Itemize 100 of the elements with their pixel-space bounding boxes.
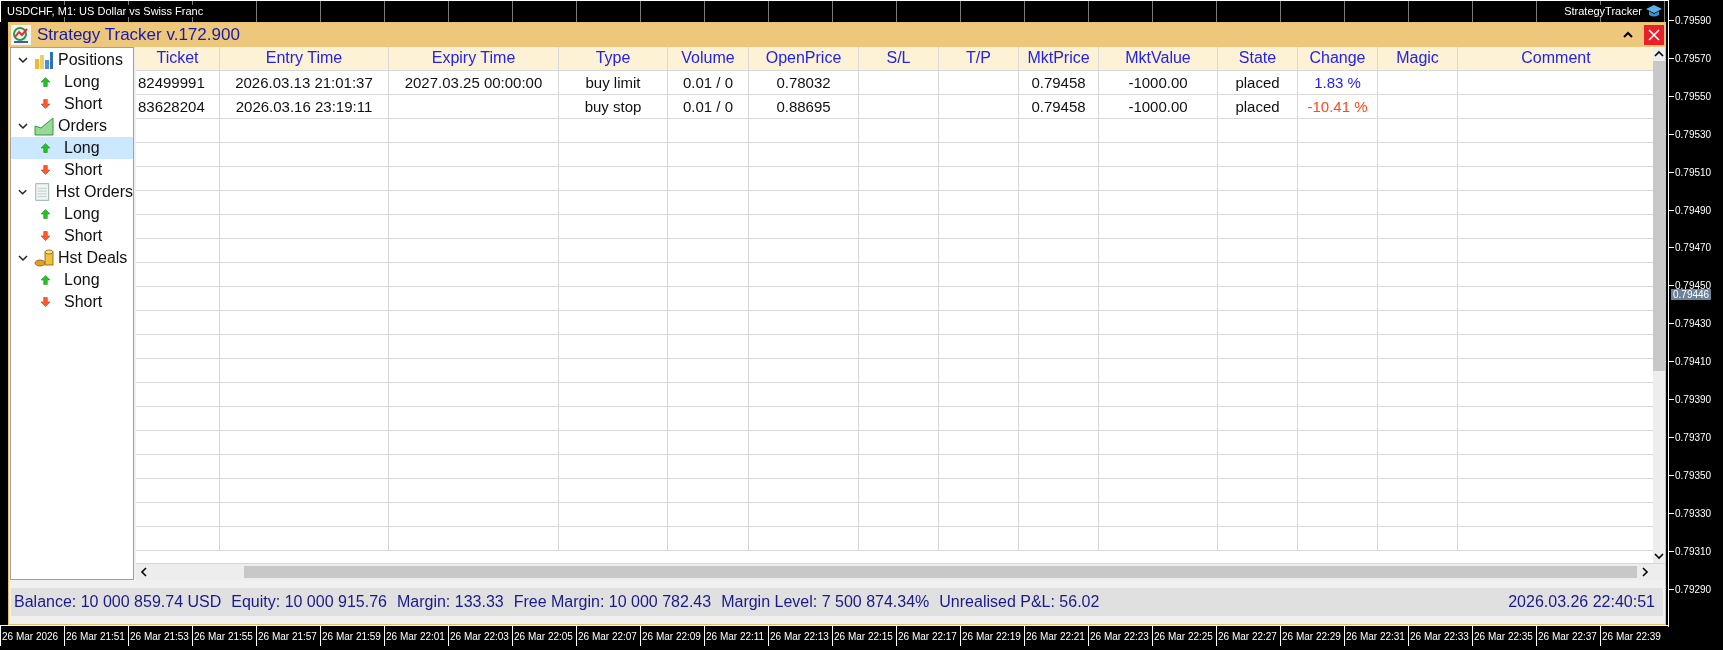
time-label: 26 Mar 22:05 [512,626,576,647]
status-text: Free Margin: 10 000 782.43 [513,593,712,612]
price-label: 0.79410 [1675,356,1712,368]
up-arrow-icon [41,274,50,285]
column-header[interactable]: S/L [859,46,939,70]
tree-item[interactable]: Hst Orders [55,182,133,201]
chevron-down-icon[interactable] [18,253,28,262]
tree-item[interactable]: Short [11,92,133,115]
price-label: 0.79450 [1675,280,1712,292]
tree-item[interactable]: Short [11,224,133,247]
close-button[interactable] [1644,24,1664,45]
document-icon [33,181,52,202]
time-label: 26 Mar 22:27 [1216,626,1280,647]
table-cell: 0.79458 [1031,97,1086,115]
time-label: 26 Mar 21:53 [128,626,192,647]
table-cell: -1000.00 [1128,97,1188,115]
coins-icon [34,247,54,268]
table-cell: buy stop [584,97,642,115]
tree-item[interactable]: Long [11,70,133,93]
column-header[interactable]: MktPrice [1019,46,1099,70]
table-cell: 2026.03.13 21:01:37 [235,73,373,91]
column-header[interactable]: T/P [939,46,1019,70]
table-cell: -10.41 % [1307,97,1368,115]
column-header[interactable]: Change [1298,46,1378,70]
table-cell: 2026.03.16 23:19:11 [235,97,373,115]
tree-item[interactable]: Long [11,202,133,225]
price-label: 0.79590 [1675,15,1712,26]
tree-item[interactable]: Short [11,290,133,313]
time-label: 26 Mar 22:29 [1280,626,1344,647]
tree-item[interactable]: Long [11,268,133,291]
time-label: 26 Mar 22:19 [960,626,1024,647]
window-title: Strategy Tracker v.172.900 [37,24,241,45]
bar-chart-icon [34,49,54,70]
chevron-right-icon [1641,567,1649,578]
price-label: 0.79490 [1675,204,1712,216]
status-text: Unrealised P&L: 56.02 [939,593,1100,612]
chevron-down-icon[interactable] [18,121,28,130]
time-label: 26 Mar 22:31 [1344,626,1408,647]
up-arrow-icon [41,142,50,153]
table-cell: 0.78032 [776,73,831,91]
time-label: 26 Mar 22:21 [1024,626,1088,647]
tree-item[interactable]: Short [11,158,133,181]
price-label: 0.79370 [1675,431,1712,443]
table-cell: buy limit [585,73,641,91]
price-label: 0.79390 [1675,394,1712,405]
table-cell: placed [1235,73,1280,91]
status-text: Margin: 133.33 [396,593,504,612]
chevron-up-icon [1654,49,1664,58]
column-header[interactable]: Magic [1378,46,1458,70]
chevron-down-icon[interactable] [18,55,28,64]
time-label: 26 Mar 22:25 [1152,626,1216,647]
column-header[interactable]: MktValue [1099,46,1218,70]
time-label: 26 Mar 21:57 [256,626,320,647]
tree-item[interactable]: Positions [58,50,123,69]
table-cell: 0.88695 [776,97,831,115]
price-label: 0.79310 [1675,545,1712,557]
scrollbar-thumb[interactable] [244,566,1637,579]
column-header[interactable]: OpenPrice [749,46,859,70]
close-icon [1648,28,1660,41]
column-header[interactable]: Volume [668,46,749,70]
tree-item[interactable]: Orders [58,116,107,135]
time-label: 26 Mar 22:01 [384,626,448,647]
status-text: Equity: 10 000 915.76 [231,593,387,612]
area-chart-icon [34,115,54,136]
time-label: 26 Mar 22:07 [576,626,640,647]
status-time: 2026.03.26 22:40:51 [1508,593,1655,612]
price-label: 0.79330 [1675,507,1712,519]
time-label: 26 Mar 22:35 [1472,626,1536,647]
down-arrow-icon [41,164,50,175]
chevron-down-icon[interactable] [18,187,28,196]
time-label: 26 Mar 21:51 [64,626,128,647]
time-label: 26 Mar 22:03 [448,626,512,647]
price-label: 0.79550 [1675,90,1712,102]
time-label: 26 Mar 21:59 [320,626,384,647]
table-cell: 83628204 [138,97,205,115]
current-price-tag: 0.79446 [1671,289,1712,300]
price-label: 0.79350 [1675,469,1712,481]
indicator-label: StrategyTracker [1564,5,1642,18]
column-header[interactable]: State [1218,46,1298,70]
up-arrow-icon [41,208,50,219]
price-label: 0.79430 [1675,318,1712,330]
table-cell: 82499991 [138,73,205,91]
time-label: 26 Mar 22:17 [896,626,960,647]
time-label: 26 Mar 22:13 [768,626,832,647]
table-cell: 2027.03.25 00:00:00 [404,73,543,91]
column-header[interactable]: Type [559,46,668,70]
tree-item[interactable]: Long [11,136,133,159]
tree-item[interactable]: Hst Deals [58,248,128,267]
column-header[interactable]: Ticket [136,46,220,70]
table-cell: 0.01 / 0 [682,97,733,115]
time-label: 26 Mar 22:39 [1600,626,1664,647]
scrollbar-thumb[interactable] [1653,60,1665,371]
table-cell: 0.79458 [1031,73,1086,91]
column-header[interactable]: Entry Time [220,46,389,70]
time-label: 26 Mar 22:11 [704,626,768,647]
price-label: 0.79530 [1675,128,1712,140]
column-header[interactable]: Expiry Time [389,46,559,70]
table-cell: 1.83 % [1314,73,1361,91]
status-text: Margin Level: 7 500 874.34% [721,593,930,612]
logo-icon [11,24,31,45]
